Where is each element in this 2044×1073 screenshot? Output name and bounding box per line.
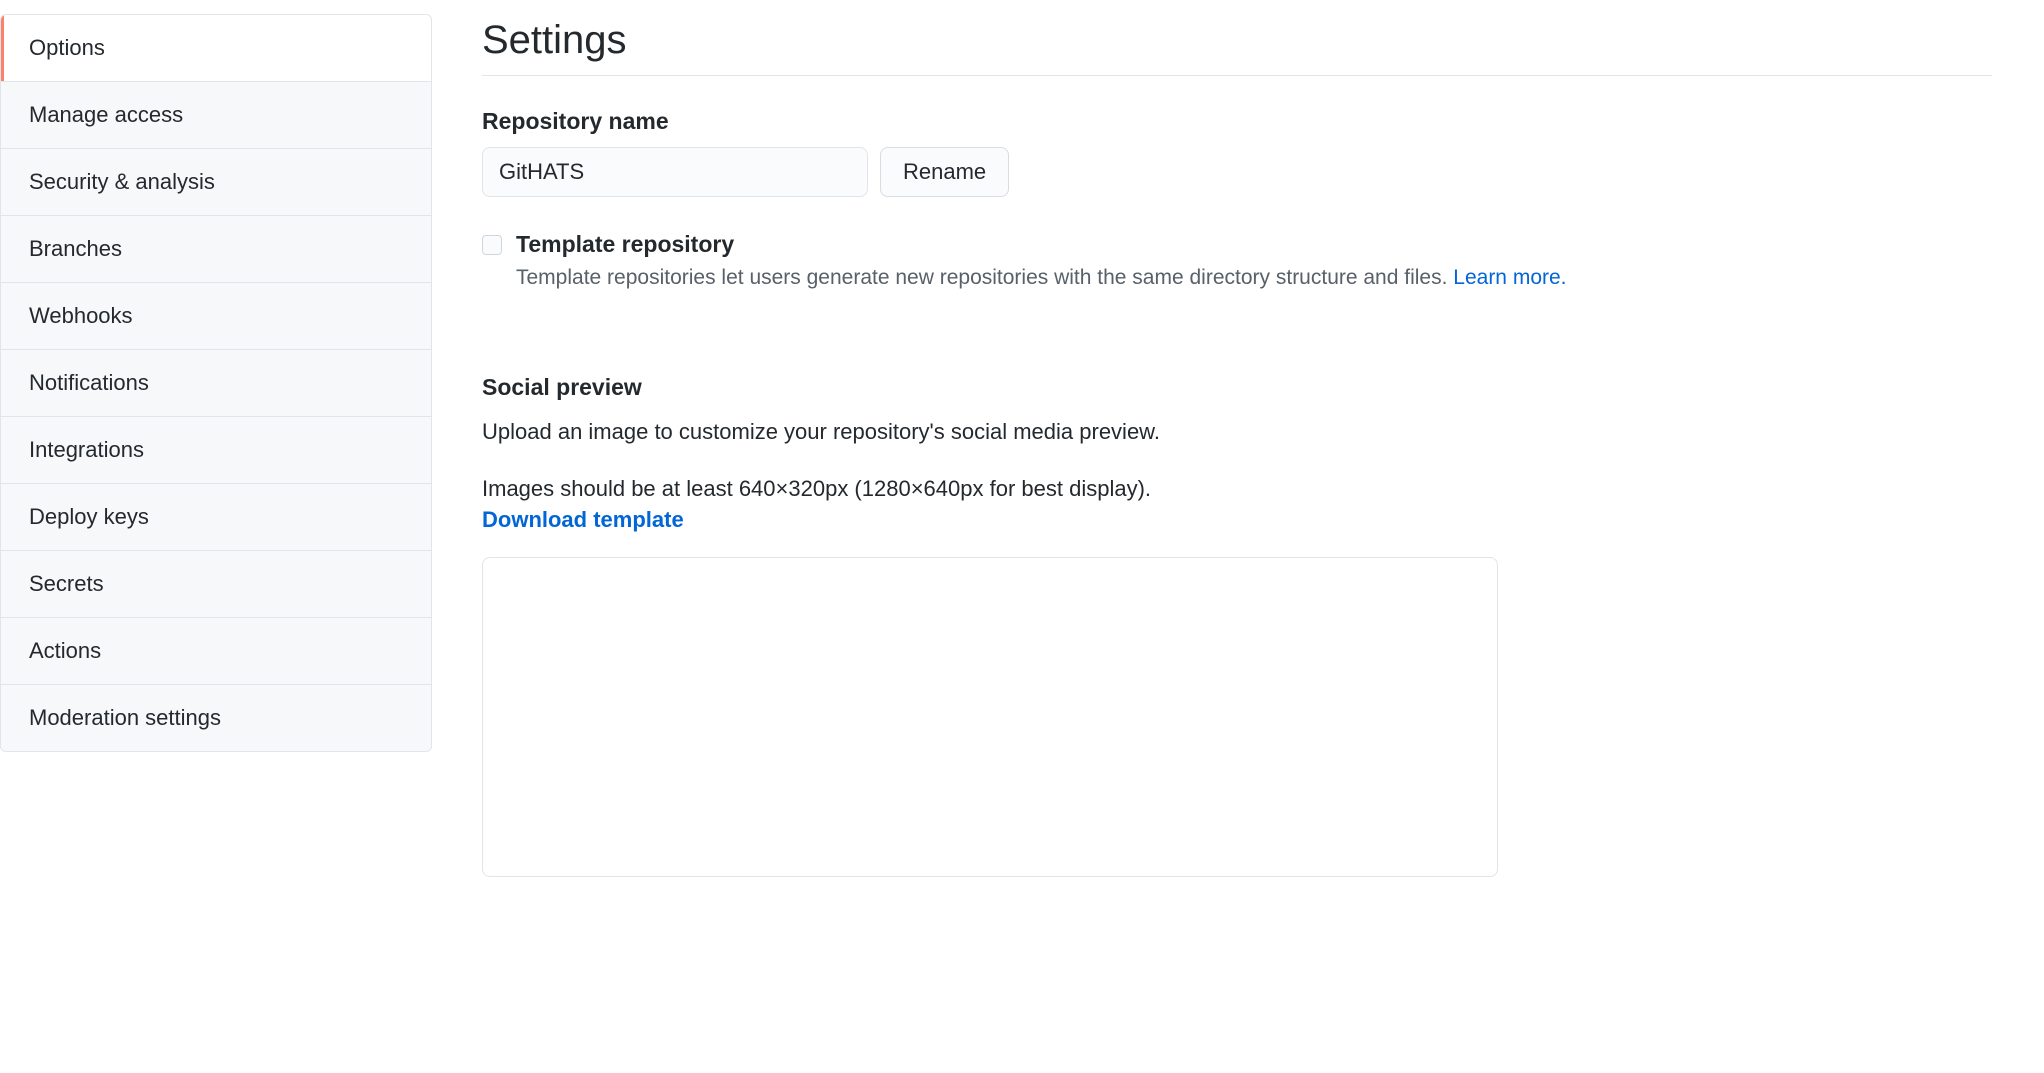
sidebar-item-branches[interactable]: Branches [1, 216, 431, 283]
sidebar-item-label: Webhooks [29, 303, 133, 328]
rename-button[interactable]: Rename [880, 147, 1009, 197]
template-repo-checkbox[interactable] [482, 235, 502, 255]
sidebar-list: Options Manage access Security & analysi… [0, 14, 432, 752]
repo-name-input[interactable] [482, 147, 868, 197]
template-repo-section: Template repository Template repositorie… [482, 231, 1992, 294]
sidebar-item-moderation-settings[interactable]: Moderation settings [1, 685, 431, 751]
sidebar-item-label: Branches [29, 236, 122, 261]
page-title: Settings [482, 18, 1992, 76]
template-repo-description: Template repositories let users generate… [516, 262, 1992, 294]
sidebar-item-deploy-keys[interactable]: Deploy keys [1, 484, 431, 551]
sidebar-item-label: Integrations [29, 437, 144, 462]
template-repo-label[interactable]: Template repository [516, 231, 1992, 258]
sidebar-item-label: Deploy keys [29, 504, 149, 529]
sidebar-item-label: Actions [29, 638, 101, 663]
repo-name-row: Rename [482, 147, 1992, 197]
sidebar-item-label: Security & analysis [29, 169, 215, 194]
repo-name-section: Repository name Rename [482, 108, 1992, 197]
social-preview-desc1: Upload an image to customize your reposi… [482, 415, 1992, 448]
sidebar-item-label: Secrets [29, 571, 104, 596]
sidebar-item-integrations[interactable]: Integrations [1, 417, 431, 484]
repo-name-label: Repository name [482, 108, 1992, 135]
sidebar-item-label: Notifications [29, 370, 149, 395]
download-template-link[interactable]: Download template [482, 507, 684, 533]
sidebar-item-label: Manage access [29, 102, 183, 127]
sidebar-item-options[interactable]: Options [1, 15, 431, 82]
sidebar-item-manage-access[interactable]: Manage access [1, 82, 431, 149]
settings-sidebar: Options Manage access Security & analysi… [0, 14, 432, 1073]
social-preview-desc2: Images should be at least 640×320px (128… [482, 472, 1992, 505]
social-preview-section: Social preview Upload an image to custom… [482, 374, 1992, 877]
sidebar-item-security-analysis[interactable]: Security & analysis [1, 149, 431, 216]
sidebar-item-secrets[interactable]: Secrets [1, 551, 431, 618]
social-preview-upload-box[interactable] [482, 557, 1498, 877]
settings-main: Settings Repository name Rename Template… [432, 0, 1992, 1073]
learn-more-link[interactable]: Learn more. [1453, 266, 1566, 289]
template-repo-desc-text: Template repositories let users generate… [516, 266, 1453, 289]
sidebar-item-actions[interactable]: Actions [1, 618, 431, 685]
sidebar-item-label: Moderation settings [29, 705, 221, 730]
sidebar-item-label: Options [29, 35, 105, 60]
template-repo-content: Template repository Template repositorie… [516, 231, 1992, 294]
social-preview-heading: Social preview [482, 374, 1992, 401]
sidebar-item-webhooks[interactable]: Webhooks [1, 283, 431, 350]
sidebar-item-notifications[interactable]: Notifications [1, 350, 431, 417]
